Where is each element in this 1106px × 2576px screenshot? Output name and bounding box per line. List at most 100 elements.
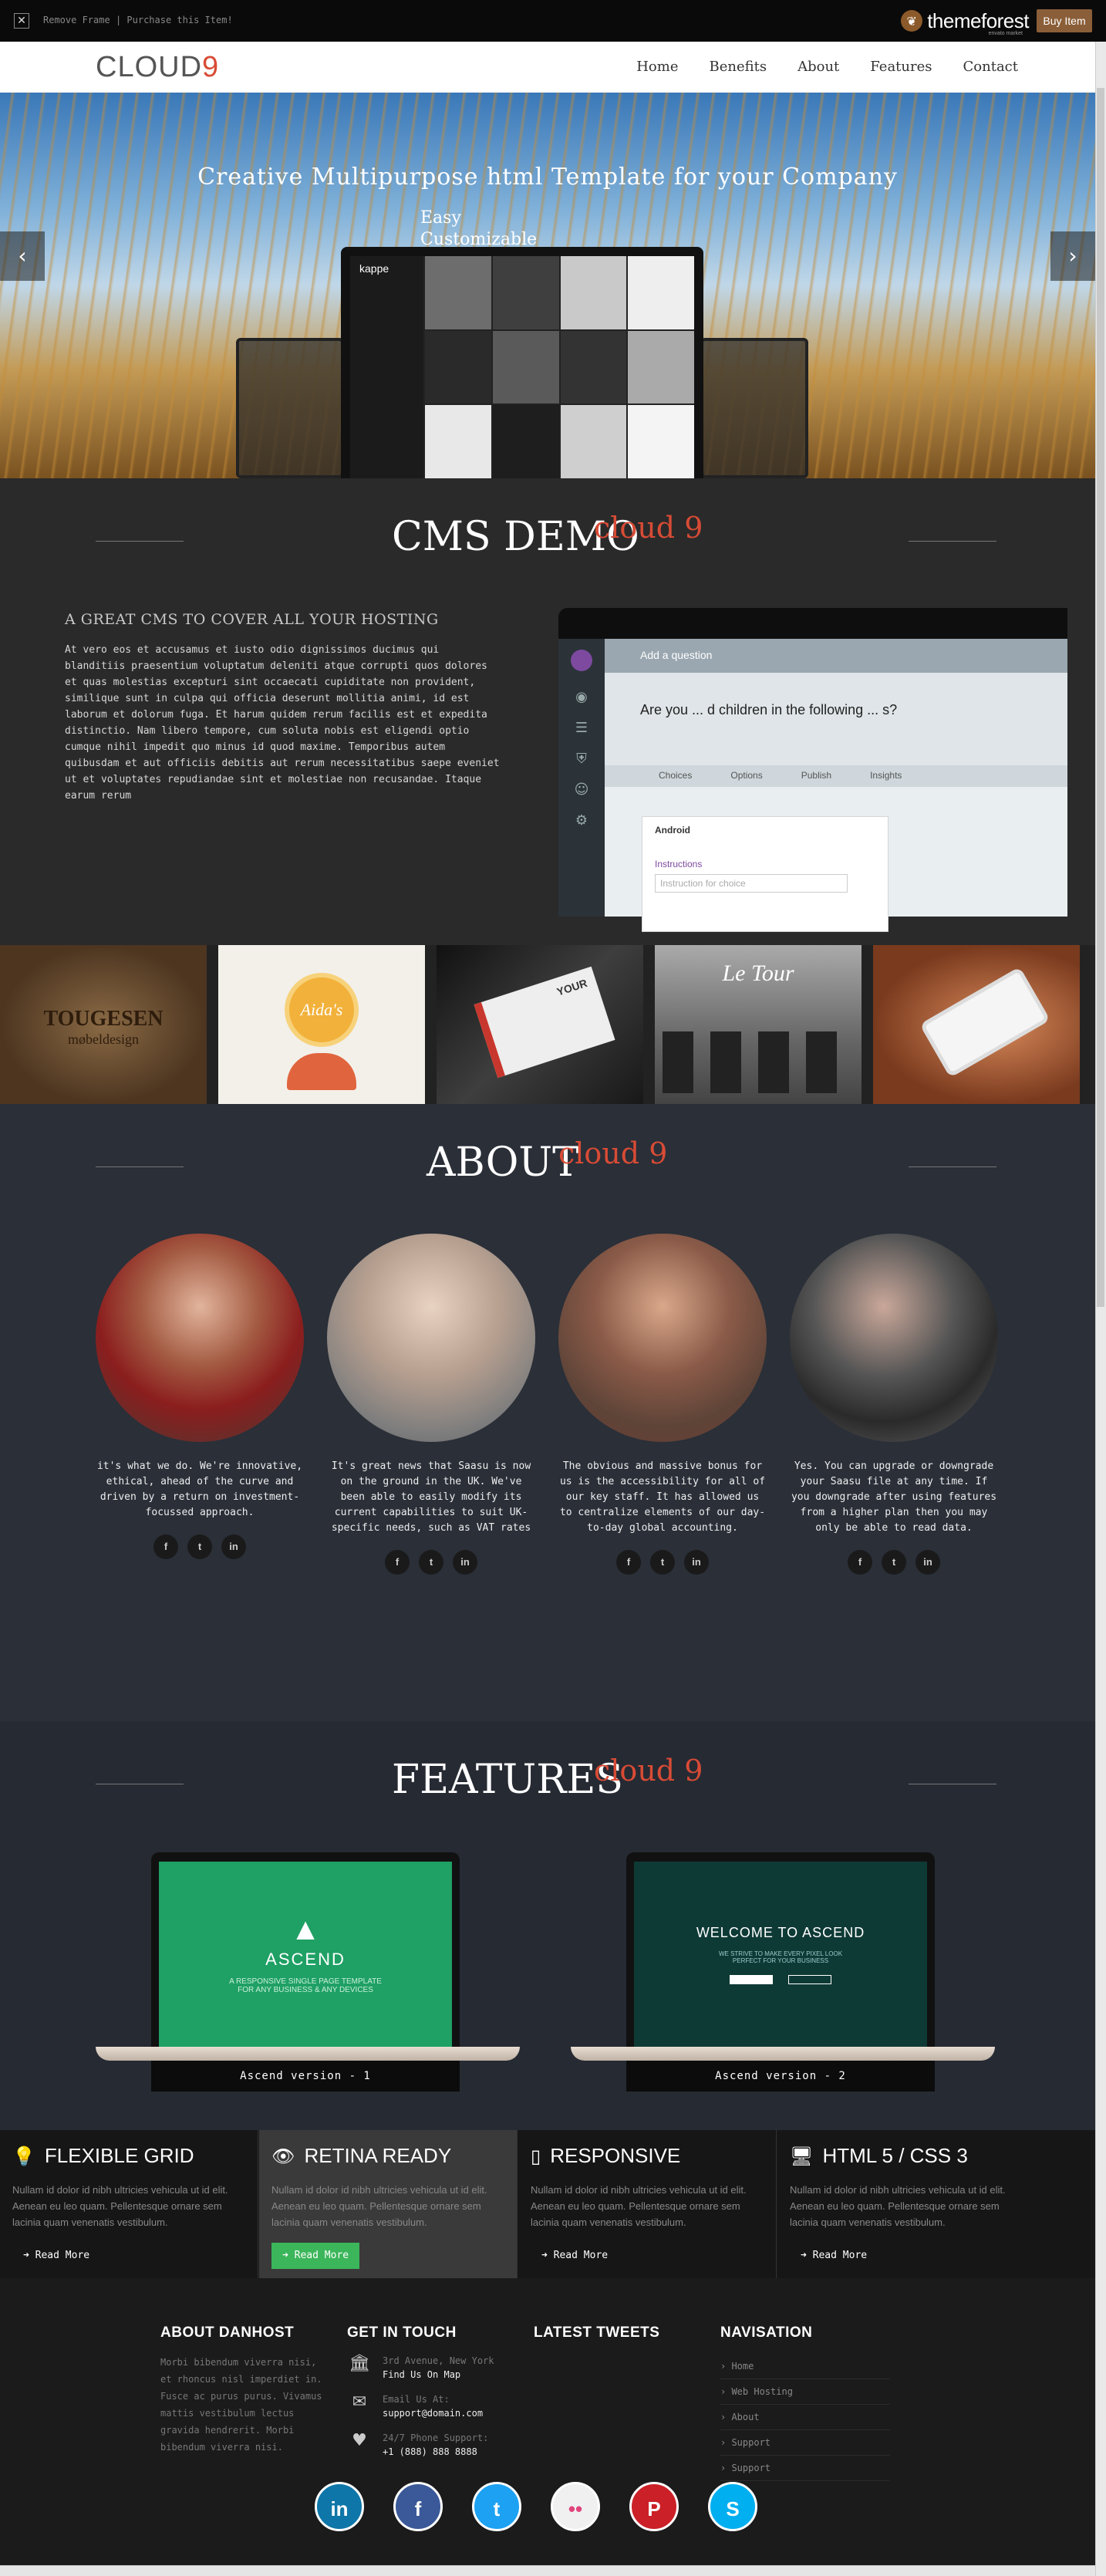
linkedin-icon[interactable]: in [221, 1534, 246, 1559]
linkedin-icon[interactable]: in [684, 1550, 709, 1575]
about-section: ABOUT cloud 9 it's what we do. We're inn… [0, 1104, 1095, 1721]
twitter-icon[interactable]: t [187, 1534, 212, 1559]
screen-brand: kappe [359, 262, 389, 275]
footer-nav-item[interactable]: › About [720, 2405, 890, 2430]
facebook-icon[interactable]: f [393, 2482, 443, 2531]
horizontal-scrollbar[interactable] [0, 2565, 1095, 2576]
read-more-label: Read More [35, 2250, 90, 2261]
gallery-sub: møbeldesign [68, 1031, 139, 1047]
close-icon[interactable]: ✕ [14, 13, 29, 29]
footer-navigation: NAVISATION › Home › Web Hosting › About … [720, 2324, 890, 2481]
gallery-item-2[interactable]: Aida's [218, 945, 425, 1104]
remove-frame-link[interactable]: Remove Frame [43, 15, 110, 25]
twitter-icon[interactable]: t [650, 1550, 675, 1575]
purchase-link[interactable]: Purchase this Item! [126, 15, 232, 25]
scrollbar-thumb[interactable] [1097, 88, 1104, 1307]
flickr-icon[interactable]: •• [551, 2482, 600, 2531]
footer-nav-item[interactable]: › Support [720, 2430, 890, 2456]
footer-about-body: Morbi bibendum viverra nisi, et rhoncus … [160, 2357, 322, 2453]
laptop-base [96, 2047, 520, 2061]
topbar-links: Remove Frame | Purchase this Item! [43, 15, 233, 25]
about-title-accent: cloud 9 [558, 1136, 668, 1170]
nav-item-home[interactable]: Home [636, 59, 678, 75]
facebook-icon[interactable]: f [616, 1550, 641, 1575]
site-footer: ABOUT DANHOST Morbi bibendum viverra nis… [0, 2278, 1095, 2576]
gallery-item-5[interactable] [873, 945, 1080, 1104]
screen-tile [628, 256, 694, 329]
contact-email: ✉ Email Us At: support@domain.com [347, 2392, 517, 2420]
app-tab-publish[interactable]: Publish [801, 770, 831, 782]
screen-tile [492, 330, 559, 404]
linkedin-icon[interactable]: in [453, 1550, 477, 1575]
features-title-accent: cloud 9 [594, 1754, 703, 1788]
themeforest-logo[interactable]: ❦ themeforest envato market [901, 8, 1029, 36]
laptop-brand: ASCEND [265, 1950, 346, 1969]
app-tab-choices[interactable]: Choices [659, 770, 692, 782]
gallery-item-1[interactable]: TOUGESEN møbeldesign [0, 945, 207, 1104]
nav-item-about[interactable]: About [797, 59, 839, 75]
cms-demo-section: CMS DEMO cloud 9 A GREAT CMS TO COVER AL… [0, 478, 1095, 945]
team-member-3: The obvious and massive bonus for us is … [558, 1234, 767, 1575]
contact-phone: ♥ 24/7 Phone Support: +1 (888) 888 8888 [347, 2431, 517, 2459]
buy-item-button[interactable]: Buy Item [1037, 9, 1092, 32]
facebook-icon[interactable]: f [385, 1550, 410, 1575]
footer-nav-label: Support [731, 2437, 771, 2448]
title-rule-right [909, 541, 996, 542]
pinterest-icon[interactable]: P [629, 2482, 679, 2531]
laptop-buttons [730, 1974, 831, 1984]
app-tab-insights[interactable]: Insights [870, 770, 902, 782]
footer-contact: GET IN TOUCH 🏛 3rd Avenue, New York Find … [347, 2324, 517, 2470]
twitter-icon[interactable]: t [472, 2482, 521, 2531]
footer-nav-item[interactable]: › Web Hosting [720, 2379, 890, 2405]
laptop-version-1[interactable]: ▲ ASCEND A RESPONSIVE SINGLE PAGE TEMPLA… [96, 1852, 520, 2099]
screen-tile [560, 330, 627, 404]
screen-tile [492, 405, 559, 478]
footer-nav-label: Support [731, 2463, 771, 2473]
read-more-button[interactable]: ➜ Read More [12, 2243, 100, 2269]
laptop-caption: Ascend version - 1 [151, 2061, 460, 2092]
member-socials: f t in [558, 1550, 767, 1575]
read-more-button[interactable]: ➜ Read More [271, 2243, 360, 2269]
footer-nav-item[interactable]: › Support [720, 2456, 890, 2481]
gallery-item-3[interactable]: YOUR [437, 945, 643, 1104]
laptop-version-2[interactable]: WELCOME TO ASCEND WE STRIVE TO MAKE EVER… [571, 1852, 995, 2099]
member-description: it's what we do. We're innovative, ethic… [96, 1460, 303, 1518]
read-more-button[interactable]: ➜ Read More [790, 2243, 878, 2269]
map-link[interactable]: Find Us On Map [383, 2368, 494, 2382]
app-card-input[interactable]: Instruction for choice [655, 874, 848, 893]
skype-icon[interactable]: S [708, 2482, 757, 2531]
twitter-icon[interactable]: t [419, 1550, 443, 1575]
linkedin-icon[interactable]: in [915, 1550, 940, 1575]
footer-about-title: ABOUT DANHOST [160, 2324, 295, 2341]
nav-item-features[interactable]: Features [870, 59, 932, 75]
ascend-logo-icon: ▲ [290, 1913, 321, 1946]
app-tab-options[interactable]: Options [730, 770, 762, 782]
nav-item-benefits[interactable]: Benefits [710, 59, 767, 75]
screen-tile [425, 405, 491, 478]
contact-line: Email Us At: [383, 2394, 450, 2405]
app-tabs: Choices Options Publish Insights [605, 765, 1067, 787]
slider-prev-arrow[interactable]: ‹ [0, 231, 45, 281]
laptop-screen: ▲ ASCEND A RESPONSIVE SINGLE PAGE TEMPLA… [151, 1852, 460, 2047]
email-link[interactable]: support@domain.com [383, 2406, 483, 2420]
facebook-icon[interactable]: f [153, 1534, 178, 1559]
nav-item-contact[interactable]: Contact [963, 59, 1018, 75]
slider-next-arrow[interactable]: › [1050, 231, 1095, 281]
footer-nav-item[interactable]: › Home [720, 2354, 890, 2379]
site-logo[interactable]: CLOUD9 [96, 51, 219, 84]
twitter-icon[interactable]: t [882, 1550, 906, 1575]
facebook-icon[interactable]: f [848, 1550, 872, 1575]
gallery-item-4[interactable]: Le Tour [655, 945, 862, 1104]
footer-tweets: LATEST TWEETS [534, 2324, 703, 2354]
cupcake-badge: Aida's [285, 973, 359, 1047]
read-more-label: Read More [812, 2250, 868, 2261]
feature-box-body: Nullam id dolor id nibh ultricies vehicu… [271, 2184, 487, 2228]
envelope-icon: ✉ [352, 2392, 367, 2412]
linkedin-icon[interactable]: in [315, 2482, 364, 2531]
contact-line: 24/7 Phone Support: [383, 2433, 489, 2443]
vertical-scrollbar[interactable] [1095, 42, 1106, 2576]
read-more-button[interactable]: ➜ Read More [531, 2243, 619, 2269]
lightbulb-icon: 💡 [12, 2145, 35, 2167]
themeforest-brand: themeforest [927, 8, 1029, 32]
footer-nav-list: › Home › Web Hosting › About › Support ›… [720, 2354, 890, 2481]
